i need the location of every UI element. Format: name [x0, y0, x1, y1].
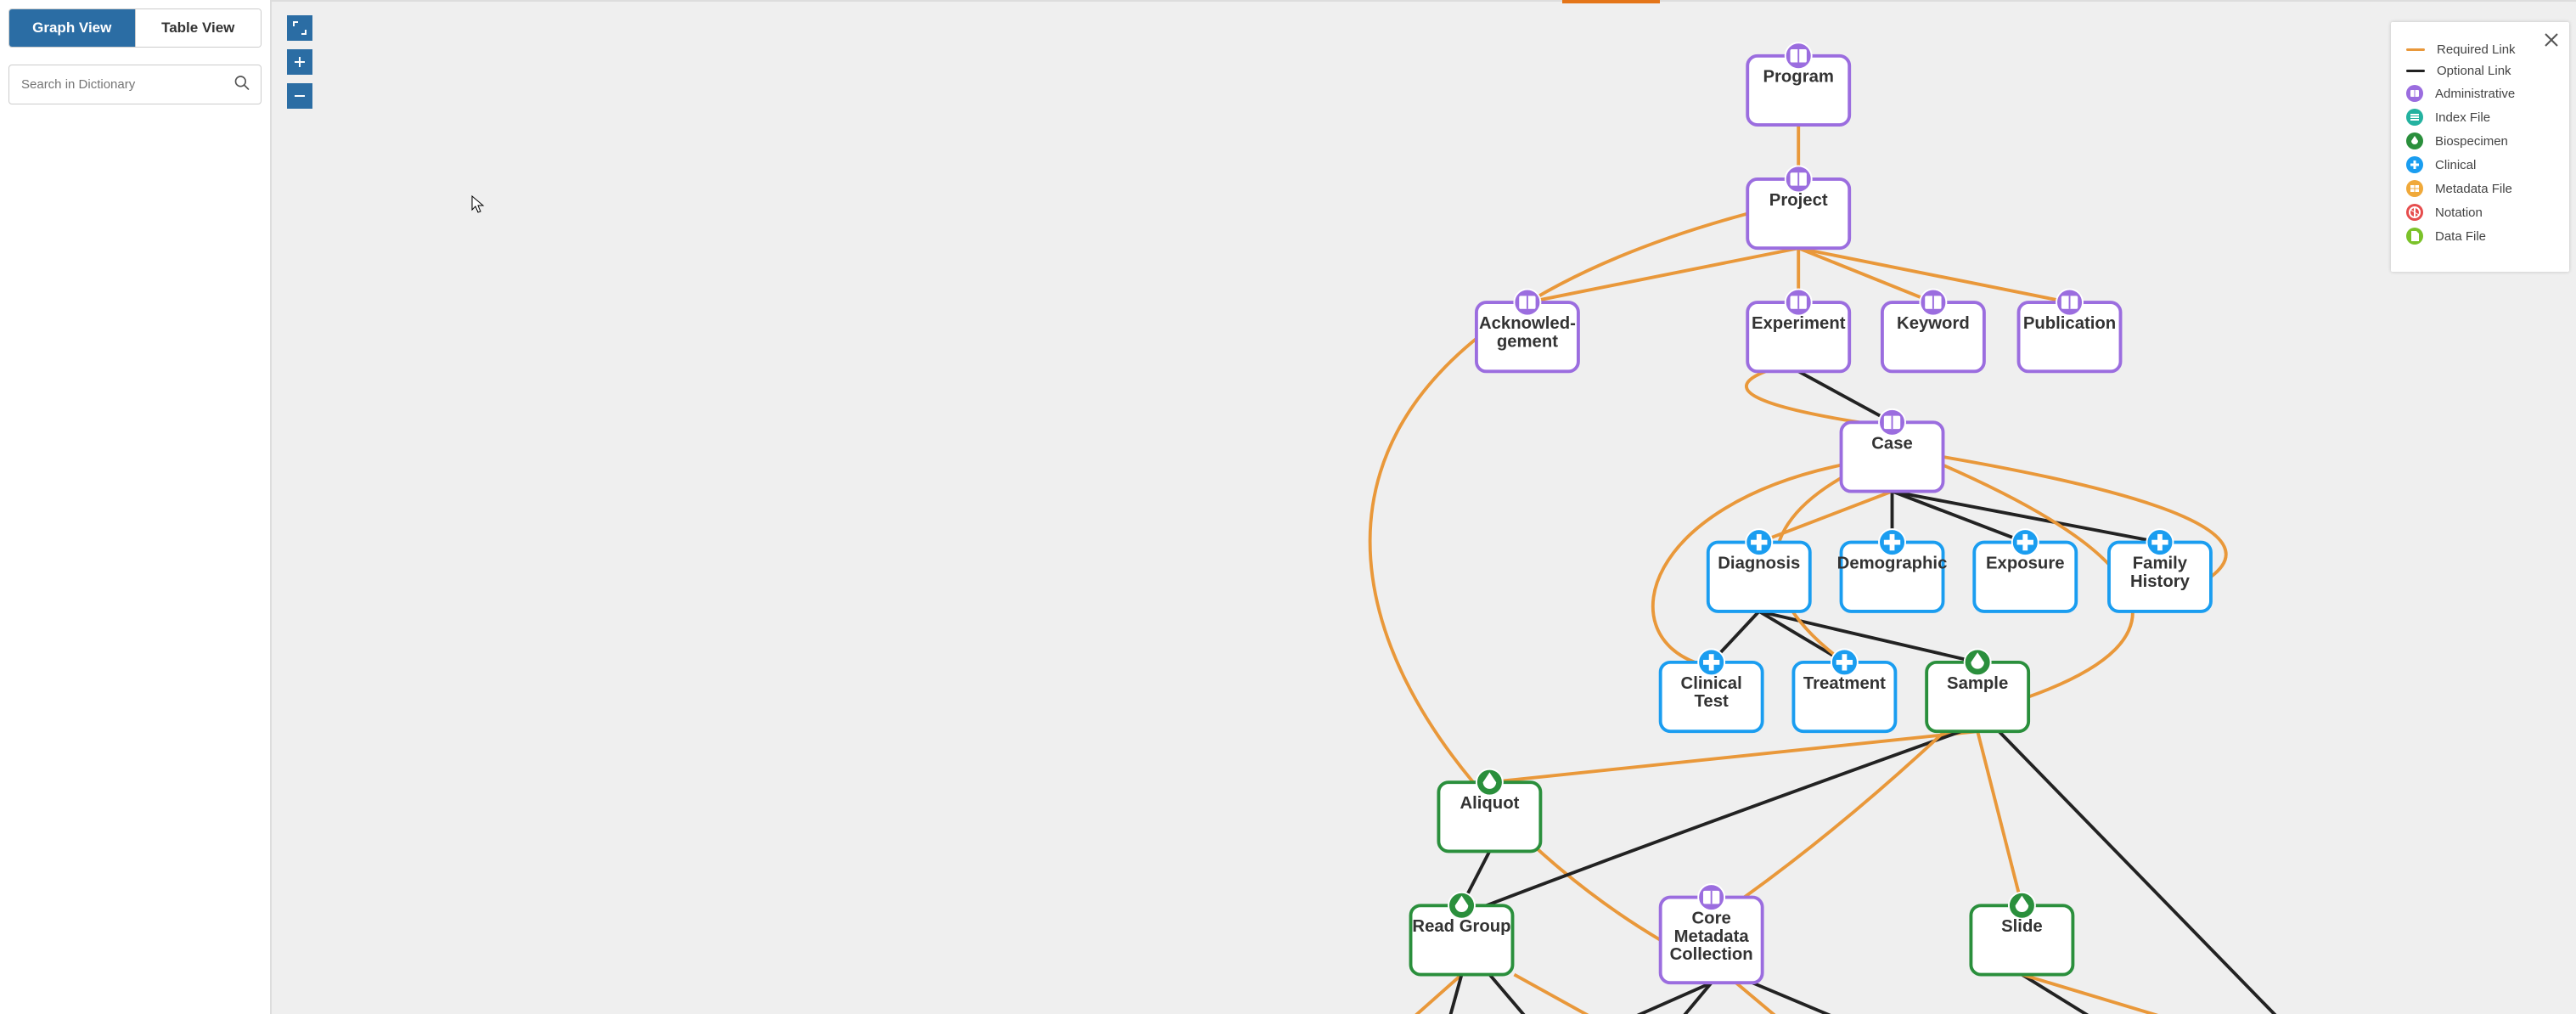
node-label: Sample	[1947, 674, 2008, 693]
node-sample[interactable]: Sample	[1926, 649, 2028, 731]
legend-category-clinical: Clinical	[2406, 156, 2554, 173]
node-keyword[interactable]: Keyword	[1882, 290, 1984, 372]
biospecimen-icon	[2406, 132, 2423, 149]
node-publication[interactable]: Publication	[2019, 290, 2121, 372]
graph-svg[interactable]: Program Project Acknowled-gement Experiment…	[272, 0, 2576, 1014]
node-slide[interactable]: Slide	[1971, 893, 2073, 975]
node-read_group[interactable]: Read Group	[1411, 893, 1513, 975]
legend-category-biospecimen: Biospecimen	[2406, 132, 2554, 149]
legend-category-label: Notation	[2435, 206, 2483, 220]
node-label: Read Group	[1412, 917, 1510, 936]
node-family_history[interactable]: FamilyHistory	[2109, 529, 2211, 611]
search-icon[interactable]	[233, 74, 250, 95]
edge-offscreen-7	[1752, 983, 1917, 1014]
node-label: Case	[1871, 434, 1913, 453]
table-view-button[interactable]: Table View	[135, 9, 262, 47]
legend-category-label: Clinical	[2435, 158, 2476, 172]
node-experiment[interactable]: Experiment	[1747, 290, 1849, 372]
administrative-icon	[2406, 85, 2423, 102]
edge-diagnosis-treatment	[1759, 611, 1845, 662]
node-label: Experiment	[1752, 314, 1846, 333]
legend-required-link: Required Link	[2406, 42, 2554, 57]
edge-sample-core_metadata_collection	[1744, 731, 1944, 897]
node-label: Demographic	[1837, 555, 1948, 573]
edge-case-diagnosis	[1759, 492, 1893, 543]
legend-category-index_file: Index File	[2406, 109, 2554, 126]
node-core_metadata_collection[interactable]: CoreMetadataCollection	[1661, 884, 1763, 983]
edge-sample-aliquot	[1489, 731, 1977, 782]
edge-sample-slide	[1977, 731, 2022, 905]
edge-diagnosis-sample	[1759, 611, 1977, 662]
notation-icon	[2406, 204, 2423, 221]
node-clinical_test[interactable]: ClinicalTest	[1661, 649, 1763, 731]
legend-category-label: Administrative	[2435, 87, 2515, 101]
node-case[interactable]: Case	[1842, 409, 1943, 492]
node-acknowledgement[interactable]: Acknowled-gement	[1476, 290, 1578, 372]
legend-category-label: Biospecimen	[2435, 134, 2508, 149]
edge-case-exposure	[1893, 492, 2026, 543]
edge-offscreen-6	[1736, 983, 1819, 1014]
legend-category-label: Index File	[2435, 110, 2490, 125]
edge-offscreen-3	[1514, 975, 1653, 1014]
graph-canvas[interactable]: Program Project Acknowled-gement Experiment…	[272, 0, 2576, 1014]
legend-required-label: Required Link	[2437, 42, 2516, 57]
legend-category-label: Metadata File	[2435, 182, 2512, 196]
node-exposure[interactable]: Exposure	[1974, 529, 2076, 611]
node-label: Program	[1763, 68, 1833, 87]
node-aliquot[interactable]: Aliquot	[1438, 769, 1540, 852]
edge-project-acknowledgement	[1527, 248, 1798, 302]
graph-view-button[interactable]: Graph View	[9, 9, 135, 47]
edge-offscreen-1	[1440, 975, 1461, 1014]
clinical-icon	[2406, 156, 2423, 173]
node-label: Exposure	[1986, 555, 2065, 573]
node-label: FamilyHistory	[2130, 555, 2191, 591]
node-label: Publication	[2023, 314, 2116, 333]
edge-project-keyword	[1798, 248, 1933, 302]
node-label: Project	[1769, 191, 1828, 210]
node-label: Slide	[2001, 917, 2043, 936]
search-input-wrap	[8, 65, 262, 104]
legend-category-notation: Notation	[2406, 204, 2554, 221]
legend-category-administrative: Administrative	[2406, 85, 2554, 102]
node-treatment[interactable]: Treatment	[1793, 649, 1895, 731]
metadata_file-icon	[2406, 180, 2423, 197]
node-label: Treatment	[1803, 674, 1886, 693]
node-diagnosis[interactable]: Diagnosis	[1708, 529, 1810, 611]
node-label: Aliquot	[1460, 794, 1519, 813]
legend-optional-label: Optional Link	[2437, 64, 2511, 78]
node-label: Diagnosis	[1718, 555, 1800, 573]
search-input[interactable]	[9, 65, 261, 104]
node-program[interactable]: Program	[1747, 42, 1849, 125]
view-toggle: Graph View Table View	[8, 8, 262, 48]
node-demographic[interactable]: Demographic	[1837, 529, 1948, 611]
node-label: Keyword	[1897, 314, 1970, 333]
data_file-icon	[2406, 228, 2423, 245]
legend-category-data_file: Data File	[2406, 228, 2554, 245]
legend-category-metadata_file: Metadata File	[2406, 180, 2554, 197]
legend-optional-link: Optional Link	[2406, 64, 2554, 78]
legend-category-label: Data File	[2435, 229, 2486, 244]
close-icon[interactable]	[2544, 32, 2559, 52]
node-project[interactable]: Project	[1747, 166, 1849, 248]
edge-offscreen-0	[1375, 975, 1462, 1014]
cursor-icon	[471, 195, 487, 214]
sidebar: Graph View Table View	[0, 0, 272, 1014]
index_file-icon	[2406, 109, 2423, 126]
legend-panel: Required Link Optional Link Administrati…	[2391, 22, 2569, 272]
